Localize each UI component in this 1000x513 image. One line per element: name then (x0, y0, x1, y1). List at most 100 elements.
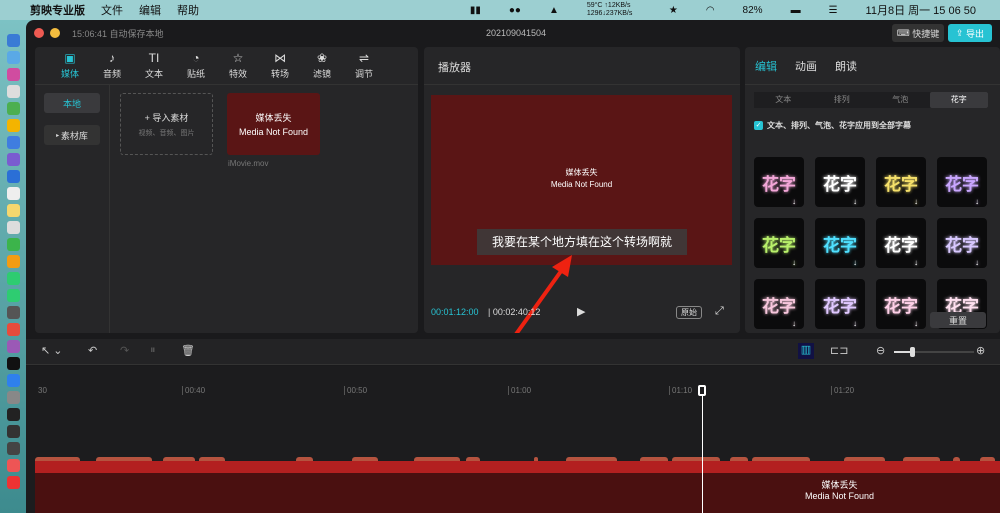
sidebar-item-library[interactable]: ▸ 素材库 (44, 125, 100, 145)
music-icon[interactable] (6, 323, 20, 336)
fancy-text-preset[interactable]: 花字 (876, 218, 926, 268)
chrome-icon[interactable] (6, 119, 20, 132)
link-icon[interactable]: ⊏⊐ (830, 344, 848, 357)
red-arrow-annotation (514, 255, 572, 333)
bell-icon[interactable]: ▲ (549, 5, 559, 16)
calendar-icon[interactable] (6, 187, 20, 200)
tab-read[interactable]: 朗读 (835, 58, 857, 84)
reminders-icon[interactable] (6, 221, 20, 234)
menu-app[interactable]: 剪映专业版 (30, 2, 85, 18)
menubar: 剪映专业版 文件 编辑 帮助 ▮▮ ●● ▲ 59°C ↑12KB/s 1296… (0, 0, 1000, 20)
tab-label: 贴纸 (186, 69, 205, 79)
app-icon[interactable] (6, 425, 20, 438)
tab-adjust[interactable]: ⇌ 调节 (343, 47, 385, 84)
tab-animation[interactable]: 动画 (795, 58, 817, 84)
fancy-text-preset[interactable]: 花字 (937, 218, 987, 268)
reset-button[interactable]: 重置 (930, 312, 986, 328)
video-track-clip[interactable]: 媒体丢失 Media Not Found (35, 461, 1000, 513)
subtab-arrange[interactable]: 排列 (813, 92, 872, 108)
app-icon[interactable] (6, 306, 20, 319)
fancy-text-preset[interactable]: 花字 (754, 279, 804, 329)
wifi-icon[interactable]: ◠ (706, 5, 715, 16)
battery-icon[interactable]: ▬ (791, 5, 801, 16)
fancy-text-preset[interactable]: 花字 (815, 218, 865, 268)
zoom-slider-handle[interactable] (910, 347, 915, 357)
playhead-handle[interactable] (698, 385, 706, 396)
notes-icon[interactable] (6, 204, 20, 217)
sidebar-item-local[interactable]: 本地 (44, 93, 100, 113)
redo-icon[interactable]: ↷ (120, 344, 129, 357)
minimize-button[interactable] (50, 28, 60, 38)
tab-sticker[interactable]: ◔ 贴纸 (175, 47, 217, 84)
tab-edit[interactable]: 编辑 (755, 58, 777, 84)
appstore-icon[interactable] (6, 374, 20, 387)
fancy-text-preset[interactable]: 花字 (876, 279, 926, 329)
fancy-text-preset[interactable]: 花字 (754, 157, 804, 207)
app-icon[interactable] (6, 136, 20, 149)
dots-icon[interactable]: ●● (509, 5, 521, 16)
subtab-fancy-text[interactable]: 花字 (929, 92, 988, 108)
tab-transition[interactable]: ⋈ 转场 (259, 47, 301, 84)
apply-all-checkbox[interactable]: ✓ (754, 121, 763, 130)
tv-icon[interactable] (6, 357, 20, 370)
fancy-text-preset[interactable]: 花字 (815, 279, 865, 329)
terminal-icon[interactable] (6, 408, 20, 421)
finder-icon[interactable] (6, 34, 20, 47)
subtab-text[interactable]: 文本 (754, 92, 813, 108)
playhead[interactable] (702, 385, 703, 513)
app-icon[interactable] (6, 442, 20, 455)
android-icon[interactable] (6, 102, 20, 115)
fancy-text-preset[interactable]: 花字 (815, 157, 865, 207)
split-icon[interactable]: ⏸ (150, 344, 156, 357)
close-button[interactable] (34, 28, 44, 38)
fullscreen-icon[interactable]: ⤢ (715, 305, 724, 318)
snap-toggle-icon[interactable]: ▥ (798, 343, 814, 359)
photos-icon[interactable] (6, 255, 20, 268)
clock[interactable]: 11月8日 周一 15 06 50 (866, 2, 976, 18)
yandex-icon[interactable] (6, 476, 20, 489)
tab-audio[interactable]: ♪ 音频 (91, 47, 133, 84)
app-icon[interactable] (6, 68, 20, 81)
inspector-tabs: 编辑 动画 朗读 (745, 47, 1000, 85)
undo-icon[interactable]: ↶ (88, 344, 97, 357)
facetime-icon[interactable] (6, 289, 20, 302)
star-icon[interactable]: ★ (669, 5, 678, 16)
media-filename: iMovie.mov (228, 159, 269, 168)
menu-edit[interactable]: 编辑 (139, 2, 161, 18)
export-button[interactable]: ⇪ 导出 (948, 24, 992, 42)
fancy-text-preset[interactable]: 花字 (754, 218, 804, 268)
tab-text[interactable]: TI 文本 (133, 47, 175, 84)
zoom-out-icon[interactable]: ⊖ (876, 344, 885, 357)
settings-icon[interactable] (6, 391, 20, 404)
media-thumbnail[interactable]: 媒体丢失 Media Not Found (227, 93, 320, 155)
tab-filter[interactable]: ❀ 滤镜 (301, 47, 343, 84)
menu-help[interactable]: 帮助 (177, 2, 199, 18)
select-tool-icon[interactable]: ↖ ⌄ (41, 344, 63, 357)
messages-icon[interactable] (6, 272, 20, 285)
media-panel: ▣ 媒体 ♪ 音频 TI 文本 ◔ 贴纸 ☆ 特效 ⋈ 转场 ❀ 滤镜 ⇌ 调节 本地 ▸ 素材… (35, 47, 418, 333)
video-preview[interactable]: 媒体丢失 Media Not Found 我要在某个地方填在这个转场啊就 (431, 95, 732, 265)
status-icon[interactable]: ▮▮ (470, 5, 481, 16)
control-center-icon[interactable]: ☰ (829, 5, 838, 16)
fancy-text-preset[interactable]: 花字 (876, 157, 926, 207)
podcasts-icon[interactable] (6, 340, 20, 353)
app-icon[interactable] (6, 153, 20, 166)
menu-file[interactable]: 文件 (101, 2, 123, 18)
ratio-button[interactable]: 原始 (676, 306, 702, 319)
safari-icon[interactable] (6, 51, 20, 64)
tab-effects[interactable]: ☆ 特效 (217, 47, 259, 84)
brave-icon[interactable] (6, 459, 20, 472)
shortcut-label: 快捷键 (912, 28, 940, 39)
import-media-button[interactable]: + 导入素材 视频、音频、图片 (120, 93, 213, 155)
mail-icon[interactable] (6, 170, 20, 183)
delete-icon[interactable]: 🗑 (181, 344, 195, 357)
shortcut-button[interactable]: ⌨ 快捷键 (892, 24, 944, 42)
tab-media[interactable]: ▣ 媒体 (49, 47, 91, 84)
play-button[interactable]: ▶ (577, 305, 585, 318)
subtab-bubble[interactable]: 气泡 (871, 92, 930, 108)
zoom-slider[interactable] (894, 347, 974, 357)
app-icon[interactable] (6, 85, 20, 98)
maps-icon[interactable] (6, 238, 20, 251)
fancy-text-preset[interactable]: 花字 (937, 157, 987, 207)
zoom-in-icon[interactable]: ⊕ (976, 344, 985, 357)
